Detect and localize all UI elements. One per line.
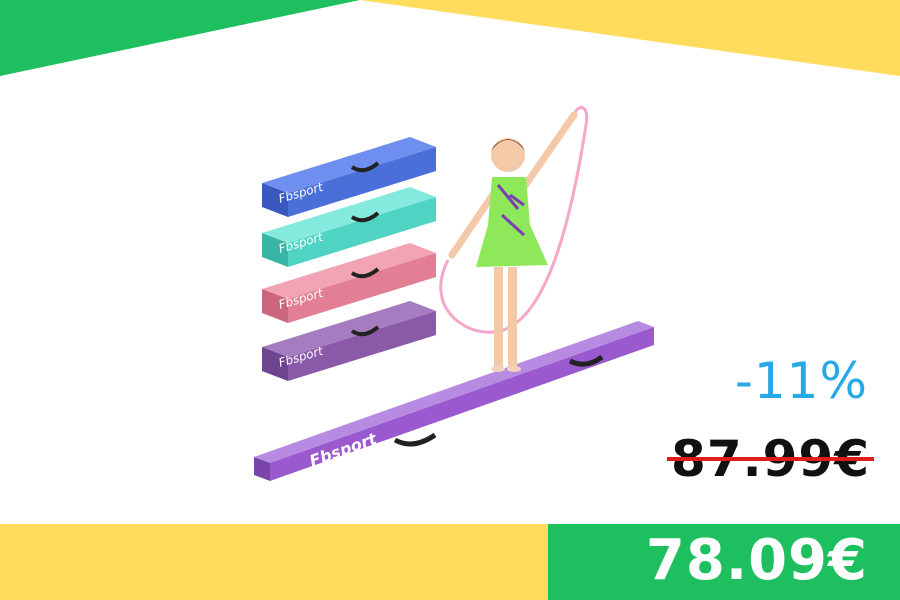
beam-handle [393,432,437,447]
gymnast-leg [508,267,517,367]
gymnast-arm [520,111,578,191]
new-price: 78.09€ [645,528,868,593]
top-right-yellow-band [360,0,900,76]
gymnast-leg [494,267,503,367]
gymnast-dress [476,177,548,267]
top-left-green-band [0,0,360,76]
strikethrough-line [667,457,874,462]
bottom-left-yellow-band [0,524,548,600]
gymnast-figure [439,106,589,372]
product-image: Fbsport Fbsport Fbsport Fbsport Fbsport [254,106,654,481]
discount-badge: -11% [734,352,868,410]
old-price: 87.99€ [667,430,874,488]
gymnast-head [491,138,525,172]
